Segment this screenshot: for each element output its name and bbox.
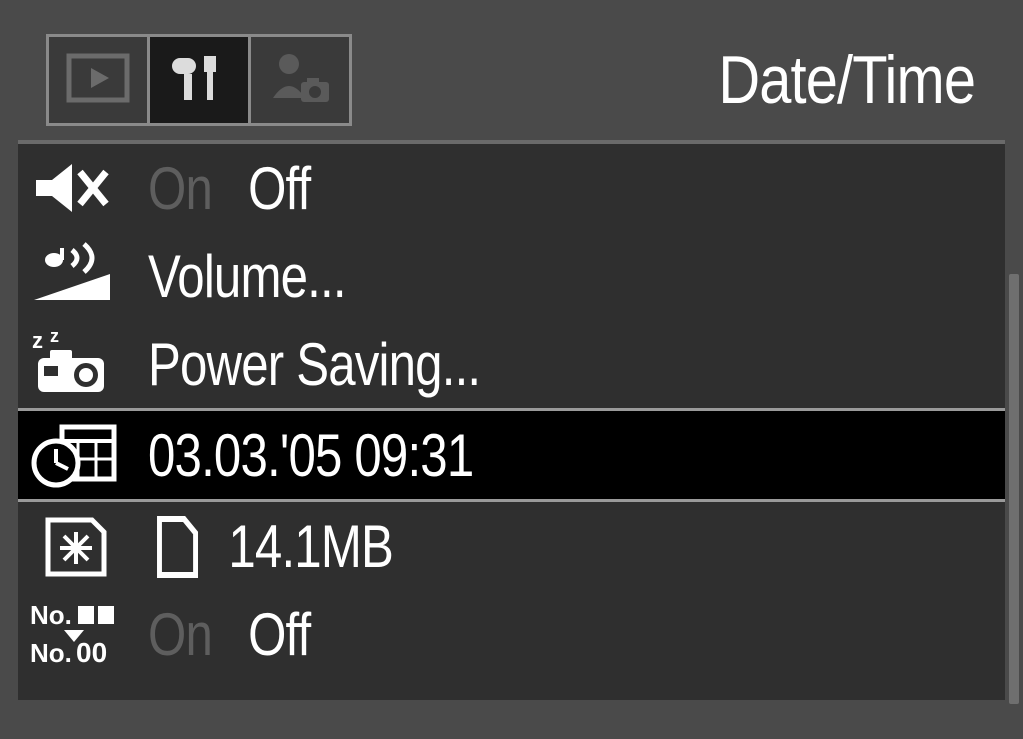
tab-playback[interactable] — [46, 34, 150, 126]
power-saving-label: Power Saving... — [148, 330, 480, 399]
datetime-value: 03.03.'05 09:31 — [148, 421, 473, 490]
header: Date/Time — [18, 30, 1005, 130]
svg-text:z: z — [32, 328, 43, 353]
menu-item-file-number-reset[interactable]: No. No. 00 On Off — [18, 590, 1005, 678]
mute-value: On Off — [148, 154, 310, 223]
page-title: Date/Time — [718, 41, 975, 119]
tab-mycamera[interactable] — [248, 34, 352, 126]
setup-menu-screen: Date/Time On Off — [0, 0, 1023, 739]
svg-text:00: 00 — [76, 637, 107, 668]
tab-setup[interactable] — [147, 34, 251, 126]
menu-item-power-saving[interactable]: z z Power Saving... — [18, 320, 1005, 408]
menu-item-datetime[interactable]: 03.03.'05 09:31 — [18, 408, 1005, 502]
mute-icon — [28, 148, 148, 228]
file-number-reset-value: On Off — [148, 600, 310, 669]
play-icon — [63, 48, 133, 113]
fnr-off-option: Off — [248, 600, 310, 669]
mute-off-option: Off — [248, 154, 310, 223]
svg-text:No.: No. — [30, 600, 72, 630]
file-number-reset-icon: No. No. 00 — [28, 594, 148, 674]
format-value: 14.1MB — [148, 511, 393, 581]
fnr-on-option: On — [148, 600, 212, 669]
format-icon — [28, 506, 148, 586]
menu-item-mute[interactable]: On Off — [18, 144, 1005, 232]
format-size: 14.1MB — [228, 512, 393, 581]
power-saving-icon: z z — [28, 324, 148, 404]
scrollbar[interactable] — [1009, 274, 1019, 704]
tab-bar — [46, 34, 349, 126]
menu-item-format[interactable]: 14.1MB — [18, 502, 1005, 590]
volume-label: Volume... — [148, 242, 346, 311]
datetime-icon — [28, 415, 148, 495]
tools-icon — [164, 48, 234, 113]
person-camera-icon — [265, 48, 335, 113]
mute-on-option: On — [148, 154, 212, 223]
menu-item-volume[interactable]: Volume... — [18, 232, 1005, 320]
card-icon — [148, 511, 205, 581]
svg-text:z: z — [50, 328, 59, 346]
volume-icon — [28, 236, 148, 316]
svg-text:No.: No. — [30, 638, 72, 668]
menu-list: On Off Volume... z — [18, 140, 1005, 700]
